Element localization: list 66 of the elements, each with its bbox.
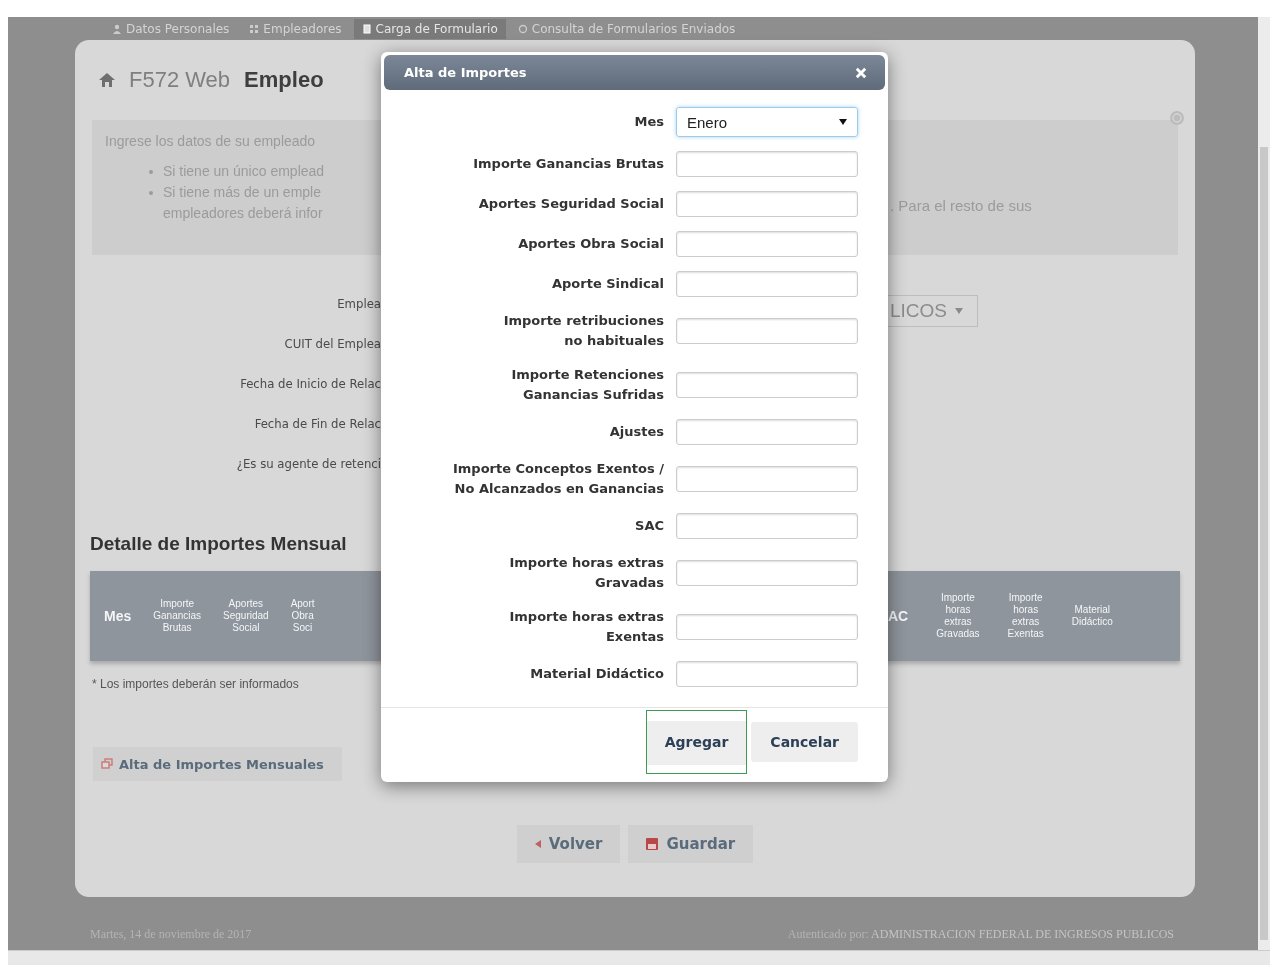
input-field[interactable] — [676, 231, 858, 257]
document-icon — [361, 23, 372, 34]
home-icon[interactable] — [99, 73, 115, 87]
form-label: Emplea — [337, 295, 381, 313]
input-field[interactable] — [676, 318, 858, 344]
input-field[interactable] — [676, 419, 858, 445]
column-header: Material Didáctico — [1071, 604, 1113, 628]
nav-tab[interactable]: Datos Personales — [104, 18, 238, 39]
windows-icon — [101, 758, 113, 770]
field-label: Importe horas extras Gravadas — [508, 554, 664, 592]
input-field[interactable] — [676, 191, 858, 217]
cancel-button[interactable]: Cancelar — [751, 722, 858, 762]
page-title: Empleo — [244, 67, 324, 93]
caret-icon — [839, 119, 847, 125]
field-label: Importe Retenciones Ganancias Sufridas — [510, 366, 664, 404]
month-select[interactable]: Enero — [676, 107, 858, 137]
nav-tab[interactable]: Carga de Formulario — [353, 18, 506, 39]
horizontal-scrollbar[interactable] — [8, 950, 1270, 965]
field-label: Importe retribuciones no habituales — [502, 312, 664, 350]
nav-tab[interactable]: Consulta de Formularios Enviados — [509, 18, 744, 39]
vertical-scrollbar[interactable] — [1258, 17, 1270, 950]
nav-tab[interactable]: Empleadores — [241, 18, 350, 39]
circle-icon — [517, 23, 528, 34]
form-label: Fecha de Fin de Relac — [254, 415, 381, 433]
back-button[interactable]: Volver — [516, 825, 621, 863]
add-button[interactable]: Agregar — [645, 710, 748, 774]
field-label: SAC — [634, 517, 664, 535]
field-label: Aportes Seguridad Social — [477, 195, 664, 213]
caret-left-icon — [534, 840, 541, 848]
field-label: Material Didáctico — [529, 665, 664, 683]
field-label: Importe horas extras Exentas — [508, 608, 664, 646]
field-label: Importe Conceptos Exentos / No Alcanzados en Ganancias — [451, 460, 664, 498]
input-field[interactable] — [676, 271, 858, 297]
column-header: Aportes Seguridad Social — [223, 598, 269, 634]
input-field[interactable] — [676, 466, 858, 492]
column-header: Aport Obra Soci — [290, 598, 315, 634]
footnote-text: * Los importes deberán ser informados — [92, 677, 300, 691]
field-label: Importe Ganancias Brutas — [472, 155, 664, 173]
input-field[interactable] — [676, 513, 858, 539]
input-field[interactable] — [676, 560, 858, 586]
column-header: Mes — [104, 610, 132, 622]
field-label: Aportes Obra Social — [517, 235, 664, 253]
column-header: Importe horas extras Exentas — [1007, 592, 1044, 640]
input-field[interactable] — [676, 372, 858, 398]
floppy-icon — [646, 838, 659, 850]
form-label: Fecha de Inicio de Relac — [240, 375, 381, 393]
dialog-title: Alta de Importes — [404, 65, 527, 80]
field-label: Mes — [633, 113, 664, 131]
form-label: ¿Es su agente de retenci — [236, 455, 381, 473]
app-title: F572 Web — [129, 67, 231, 93]
person-icon — [112, 23, 122, 34]
close-icon[interactable] — [855, 66, 867, 79]
add-monthly-button[interactable]: Alta de Importes Mensuales — [93, 747, 342, 781]
column-header: Importe Ganancias Brutas — [153, 598, 202, 634]
column-header: Importe horas extras Gravadas — [936, 592, 980, 640]
field-label: Ajustes — [608, 423, 664, 441]
section-heading: Detalle de Importes Mensual — [90, 533, 347, 555]
input-field[interactable] — [676, 614, 858, 640]
save-button[interactable]: Guardar — [628, 825, 754, 863]
field-label: Aporte Sindical — [550, 275, 664, 293]
input-field[interactable] — [676, 661, 858, 687]
input-field[interactable] — [676, 151, 858, 177]
caret-icon — [955, 308, 964, 314]
column-header: AC — [888, 610, 909, 622]
form-label: CUIT del Emplea — [284, 335, 381, 353]
grid-icon — [249, 23, 260, 34]
